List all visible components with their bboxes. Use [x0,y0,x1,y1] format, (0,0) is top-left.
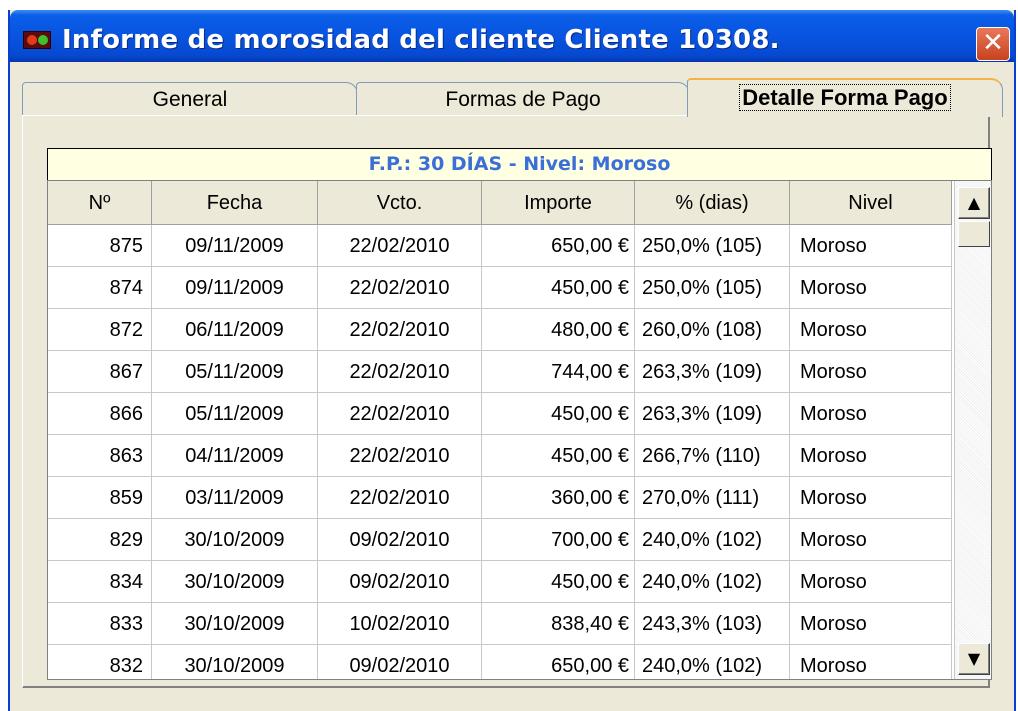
cell-vcto: 09/02/2010 [318,645,482,679]
cell-importe: 744,00 € [482,351,635,393]
close-button[interactable]: ✕ [976,27,1010,61]
cell-nivel: Moroso [790,267,952,309]
vertical-scrollbar[interactable]: ▲ ▼ [954,181,991,679]
cell-fecha: 03/11/2009 [152,477,318,519]
table-row[interactable]: 874 09/11/2009 22/02/2010 450,00 €250,0% (1… [48,267,952,309]
cell-fecha: 09/11/2009 [152,225,318,267]
cell-fecha: 30/10/2009 [152,561,318,603]
cell-dias: 263,3% (109) [635,351,790,393]
cell-nivel: Moroso [790,477,952,519]
cell-number: 834 [48,561,152,603]
table-row[interactable]: 866 05/11/2009 22/02/2010 450,00 €263,3% (1… [48,393,952,435]
cell-fecha: 05/11/2009 [152,393,318,435]
cell-dias: 243,3% (103) [635,603,790,645]
cell-vcto: 22/02/2010 [318,435,482,477]
cell-fecha: 09/11/2009 [152,267,318,309]
cell-vcto: 10/02/2010 [318,603,482,645]
cell-vcto: 22/02/2010 [318,225,482,267]
cell-dias: 240,0% (102) [635,561,790,603]
cell-importe: 450,00 € [482,435,635,477]
scroll-down-button[interactable]: ▼ [958,643,990,675]
cell-fecha: 04/11/2009 [152,435,318,477]
cell-vcto: 22/02/2010 [318,267,482,309]
cell-dias: 240,0% (102) [635,519,790,561]
table-row[interactable]: 833 30/10/2009 10/02/2010 838,40 €243,3% (1… [48,603,952,645]
cell-dias: 240,0% (102) [635,645,790,679]
column-header-nivel[interactable]: Nivel [790,181,952,225]
cell-dias: 263,3% (109) [635,393,790,435]
column-header-importe[interactable]: Importe [482,181,635,225]
cell-vcto: 22/02/2010 [318,393,482,435]
payment-form-header: F.P.: 30 DÍAS - Nivel: Moroso [47,148,992,181]
cell-importe: 450,00 € [482,393,635,435]
cell-importe: 838,40 € [482,603,635,645]
cell-number: 859 [48,477,152,519]
cell-number: 875 [48,225,152,267]
cell-vcto: 09/02/2010 [318,519,482,561]
window-title: Informe de morosidad del cliente Cliente… [62,25,780,55]
cell-number: 829 [48,519,152,561]
table-row[interactable]: 863 04/11/2009 22/02/2010 450,00 €266,7% (1… [48,435,952,477]
column-header-vcto[interactable]: Vcto. [318,181,482,225]
cell-fecha: 30/10/2009 [152,603,318,645]
cell-vcto: 22/02/2010 [318,477,482,519]
tab-formas-de-pago[interactable]: Formas de Pago [356,82,690,116]
cell-number: 832 [48,645,152,679]
table-row[interactable]: 875 09/11/2009 22/02/2010 650,00 €250,0% (1… [48,225,952,267]
cell-dias: 270,0% (111) [635,477,790,519]
cell-nivel: Moroso [790,519,952,561]
grid-header: Nº Fecha Vcto. Importe % (dias) Nivel [48,181,952,225]
table-row[interactable]: 867 05/11/2009 22/02/2010 744,00 €263,3% (1… [48,351,952,393]
cell-vcto: 09/02/2010 [318,561,482,603]
cell-importe: 450,00 € [482,267,635,309]
cell-importe: 480,00 € [482,309,635,351]
column-header-number[interactable]: Nº [48,181,152,225]
table-row[interactable]: 832 30/10/2009 09/02/2010 650,00 €240,0% (1… [48,645,952,679]
tab-detalle-forma-pago[interactable]: Detalle Forma Pago [687,78,1003,117]
table-row[interactable]: 829 30/10/2009 09/02/2010 700,00 €240,0% (1… [48,519,952,561]
table-row[interactable]: 872 06/11/2009 22/02/2010 480,00 €260,0% (1… [48,309,952,351]
cell-fecha: 06/11/2009 [152,309,318,351]
cell-dias: 266,7% (110) [635,435,790,477]
cell-importe: 650,00 € [482,645,635,679]
cell-nivel: Moroso [790,645,952,679]
cell-fecha: 05/11/2009 [152,351,318,393]
cell-number: 863 [48,435,152,477]
detail-grid[interactable]: Nº Fecha Vcto. Importe % (dias) Nivel 87… [47,180,992,680]
cell-fecha: 30/10/2009 [152,645,318,679]
cell-nivel: Moroso [790,561,952,603]
cell-nivel: Moroso [790,225,952,267]
cell-importe: 450,00 € [482,561,635,603]
tab-detalle-label: Detalle Forma Pago [739,84,951,111]
cell-dias: 250,0% (105) [635,225,790,267]
title-bar[interactable]: Informe de morosidad del cliente Cliente… [10,10,1014,62]
cell-number: 872 [48,309,152,351]
table-row[interactable]: 859 03/11/2009 22/02/2010 360,00 €270,0% (1… [48,477,952,519]
scroll-thumb[interactable] [958,221,990,247]
column-header-dias[interactable]: % (dias) [635,181,790,225]
cell-number: 833 [48,603,152,645]
cell-nivel: Moroso [790,393,952,435]
cell-number: 874 [48,267,152,309]
cell-importe: 700,00 € [482,519,635,561]
cell-importe: 650,00 € [482,225,635,267]
app-icon [23,31,51,49]
cell-number: 866 [48,393,152,435]
cell-dias: 260,0% (108) [635,309,790,351]
cell-fecha: 30/10/2009 [152,519,318,561]
scroll-up-button[interactable]: ▲ [958,187,990,219]
cell-importe: 360,00 € [482,477,635,519]
table-row[interactable]: 834 30/10/2009 09/02/2010 450,00 €240,0% (1… [48,561,952,603]
cell-vcto: 22/02/2010 [318,351,482,393]
cell-vcto: 22/02/2010 [318,309,482,351]
tab-general[interactable]: General [22,82,358,116]
cell-nivel: Moroso [790,309,952,351]
cell-number: 867 [48,351,152,393]
cell-nivel: Moroso [790,603,952,645]
column-header-fecha[interactable]: Fecha [152,181,318,225]
cell-nivel: Moroso [790,435,952,477]
cell-dias: 250,0% (105) [635,267,790,309]
cell-nivel: Moroso [790,351,952,393]
